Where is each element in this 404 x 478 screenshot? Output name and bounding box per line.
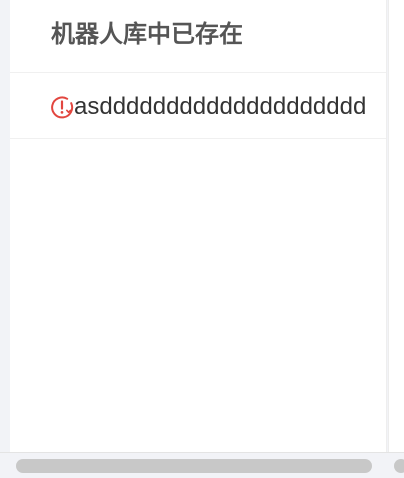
app-root: 机器人库中已存在 asdddddddddddddddddddd [0, 0, 404, 478]
table-row[interactable]: asdddddddddddddddddddd [10, 73, 386, 139]
table-header: 机器人库中已存在 [10, 0, 386, 73]
right-panel-edge [388, 0, 404, 452]
horizontal-scrollbar-thumb[interactable] [16, 459, 372, 473]
row-text: asdddddddddddddddddddd [74, 93, 367, 120]
content-panel: 机器人库中已存在 asdddddddddddddddddddd [10, 0, 387, 452]
alert-circle-icon [51, 96, 74, 119]
page-title: 机器人库中已存在 [51, 20, 243, 48]
horizontal-scrollbar-thumb-right[interactable] [394, 459, 404, 473]
